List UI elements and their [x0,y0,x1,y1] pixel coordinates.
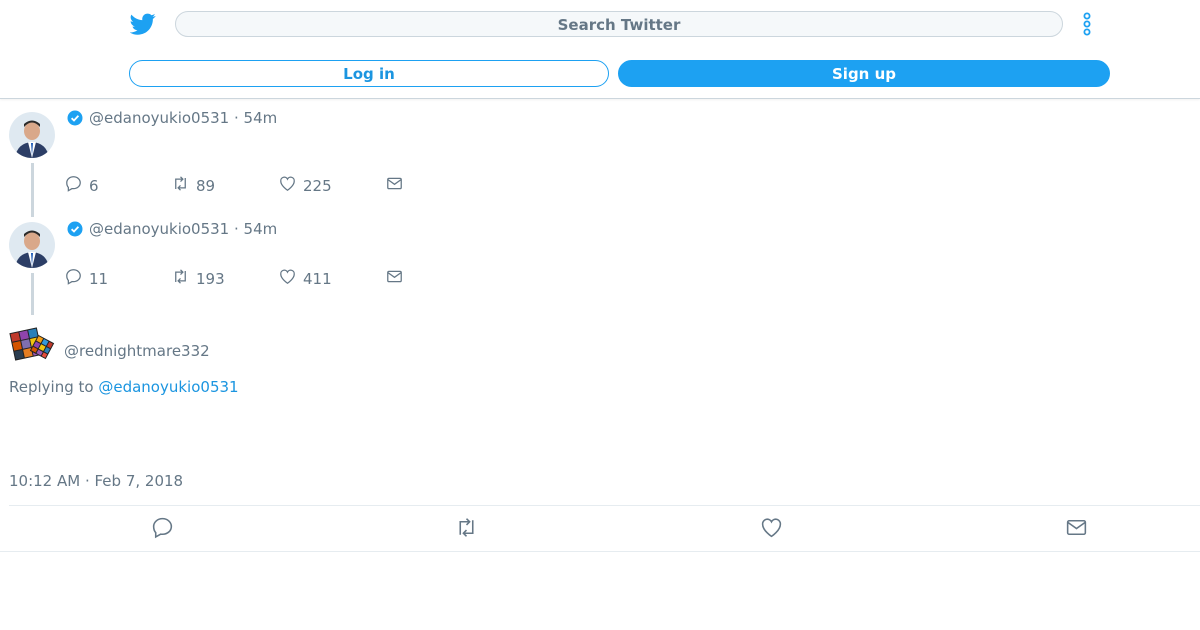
divider [0,551,1200,552]
twitter-logo-icon[interactable] [129,11,156,37]
signup-button[interactable]: Sign up [618,60,1110,87]
avatar[interactable] [9,222,55,268]
handle-text[interactable]: @edanoyukio0531 [89,109,229,127]
avatar[interactable] [9,324,55,364]
thread-connector [31,273,34,315]
like-action[interactable]: 225 [278,174,332,197]
tweet-author-handle[interactable]: @edanoyukio0531 · 54m [89,109,277,127]
like-action[interactable]: 411 [278,267,332,290]
avatar[interactable] [9,112,55,158]
like-icon[interactable] [759,515,784,544]
retweet-count: 193 [196,269,225,288]
top-bar: Search Twitter Log in Sign up [0,0,1200,99]
retweet-action[interactable]: 89 [171,174,215,197]
reply-icon [64,174,83,197]
login-button[interactable]: Log in [129,60,609,87]
replying-to: Replying to @edanoyukio0531 [9,378,239,396]
message-icon [385,174,404,197]
verified-badge-icon [67,221,83,237]
reply-action[interactable]: 6 [64,174,99,197]
like-count: 411 [303,269,332,288]
like-icon [278,267,297,290]
retweet-count: 89 [196,176,216,195]
tweet-time[interactable]: · 54m [234,109,277,127]
reply-action[interactable]: 11 [64,267,108,290]
like-icon [278,174,297,197]
handle-text[interactable]: @edanoyukio0531 [89,220,229,238]
message-action[interactable] [385,174,404,197]
more-vertical-icon[interactable] [1077,11,1097,37]
search-input[interactable]: Search Twitter [175,11,1063,37]
like-count: 225 [303,176,332,195]
retweet-icon [171,267,190,290]
retweet-icon[interactable] [454,515,479,544]
retweet-action[interactable]: 193 [171,267,225,290]
tweet-author-handle[interactable]: @edanoyukio0531 · 54m [89,220,277,238]
tweet-timestamp[interactable]: 10:12 AM · Feb 7, 2018 [9,472,183,490]
divider [9,505,1200,506]
reply-count: 6 [89,176,99,195]
retweet-icon [171,174,190,197]
thread-connector [31,163,34,217]
verified-badge-icon [67,110,83,126]
message-icon [385,267,404,290]
reply-icon [64,267,83,290]
replying-to-link[interactable]: @edanoyukio0531 [98,378,238,396]
reply-icon[interactable] [150,515,175,544]
replying-to-label: Replying to [9,378,94,396]
tweet-author-handle[interactable]: @rednightmare332 [64,342,210,360]
tweet-time[interactable]: · 54m [234,220,277,238]
message-action[interactable] [385,267,404,290]
message-icon[interactable] [1064,515,1089,544]
reply-count: 11 [89,269,109,288]
